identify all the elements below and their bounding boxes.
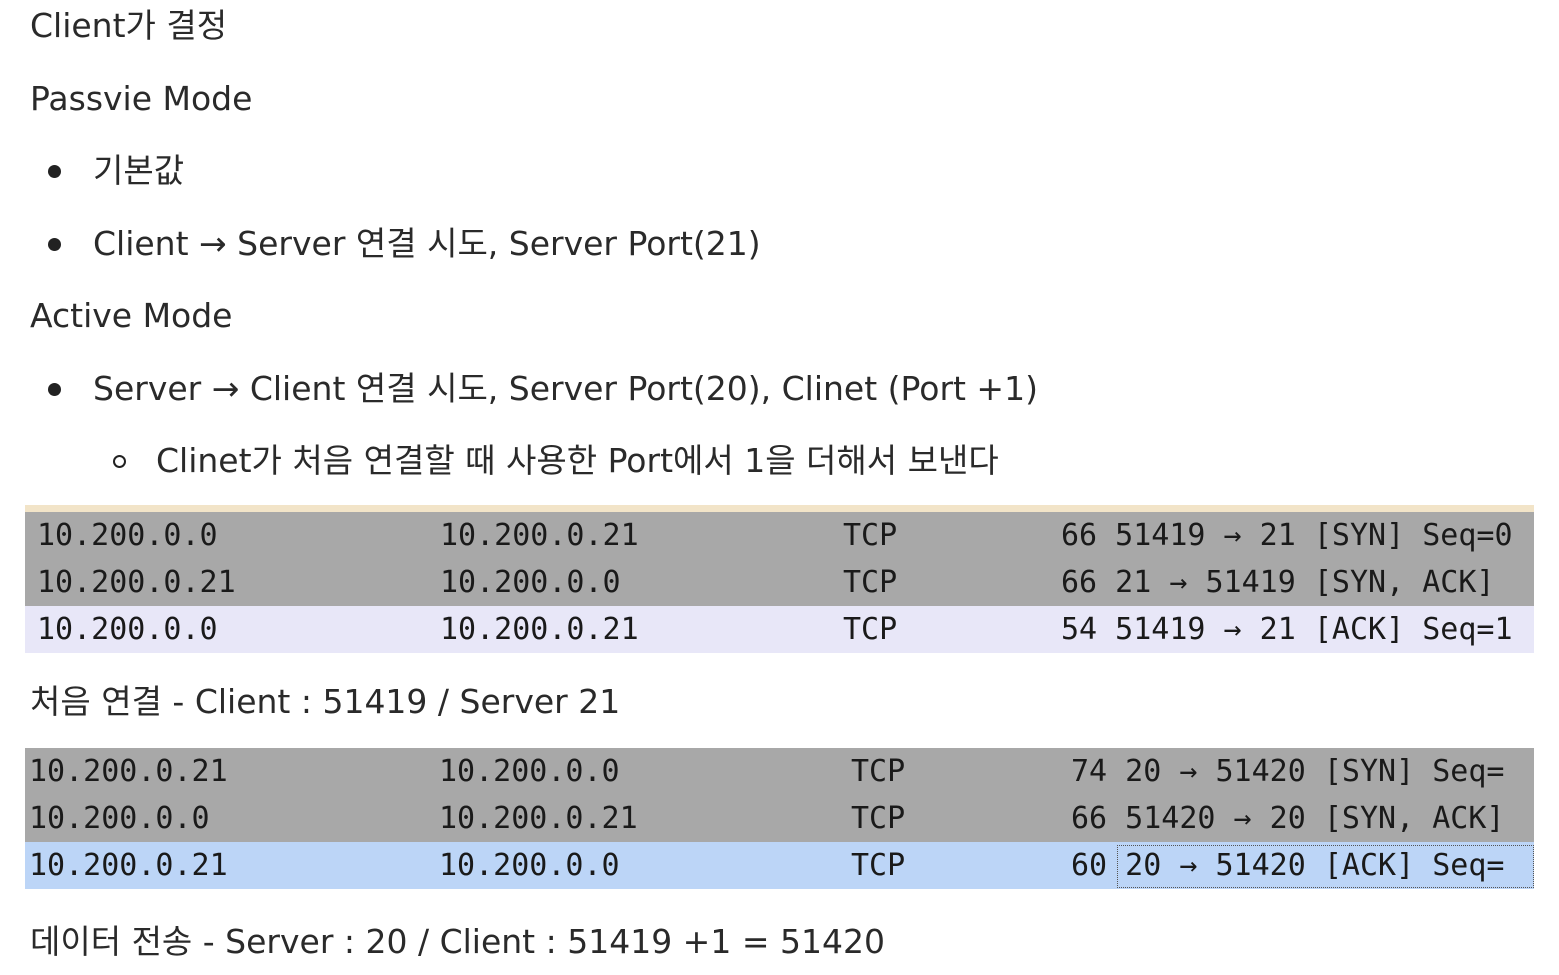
packet-source: 10.200.0.21 [37, 565, 236, 600]
packet-protocol: TCP [851, 801, 906, 836]
packet-info: 66 21 → 51419 [SYN, ACK] [1061, 565, 1495, 600]
bullet-disc-icon [48, 238, 61, 251]
active-mode-title: Active Mode [30, 296, 233, 335]
packet-protocol: TCP [851, 754, 906, 789]
packet-destination: 10.200.0.21 [440, 612, 639, 647]
bullet-disc-icon [48, 165, 61, 178]
packet-row: 10.200.0.0 10.200.0.21 TCP 66 51419 → 21… [25, 512, 1534, 559]
packet-info: 66 51420 → 20 [SYN, ACK] [1071, 801, 1505, 836]
bullet-circle-icon [113, 455, 126, 468]
packet-destination: 10.200.0.21 [439, 801, 638, 836]
passive-mode-title: Passvie Mode [30, 79, 253, 118]
bullet-disc-icon [48, 383, 61, 396]
caption-initial-connection: 처음 연결 - Client : 51419 / Server 21 [30, 682, 621, 721]
caption-data-transfer: 데이터 전송 - Server : 20 / Client : 51419 +1… [30, 922, 885, 961]
packet-protocol: TCP [843, 565, 898, 600]
active-sub-bullet-port: Clinet가 처음 연결할 때 사용한 Port에서 1을 더해서 보낸다 [156, 441, 999, 480]
packet-destination: 10.200.0.21 [440, 518, 639, 553]
packet-source: 10.200.0.21 [29, 848, 228, 883]
packet-capture-initial-connection: 10.200.0.0 10.200.0.21 TCP 66 51419 → 21… [25, 505, 1534, 653]
packet-destination: 10.200.0.0 [439, 848, 620, 883]
active-bullet-connection: Server → Client 연결 시도, Server Port(20), … [93, 369, 1038, 408]
packet-row: 10.200.0.21 10.200.0.0 TCP 66 21 → 51419… [25, 559, 1534, 606]
packet-destination: 10.200.0.0 [440, 565, 621, 600]
packet-protocol: TCP [843, 518, 898, 553]
packet-source: 10.200.0.0 [37, 612, 218, 647]
packet-source: 10.200.0.0 [37, 518, 218, 553]
passive-bullet-default: 기본값 [93, 151, 185, 190]
packet-info: 60 20 → 51420 [ACK] Seq= [1071, 848, 1505, 883]
packet-row-selected: 10.200.0.21 10.200.0.0 TCP 60 20 → 51420… [25, 842, 1534, 889]
passive-bullet-connection: Client → Server 연결 시도, Server Port(21) [93, 224, 761, 263]
packet-row: 10.200.0.0 10.200.0.21 TCP 54 51419 → 21… [25, 606, 1534, 653]
packet-capture-data-transfer: 10.200.0.21 10.200.0.0 TCP 74 20 → 51420… [25, 748, 1534, 889]
capture-header-strip [25, 505, 1534, 512]
heading-client-decides: Client가 결정 [30, 6, 228, 45]
packet-protocol: TCP [843, 612, 898, 647]
packet-protocol: TCP [851, 848, 906, 883]
packet-info: 74 20 → 51420 [SYN] Seq= [1071, 754, 1505, 789]
packet-row: 10.200.0.0 10.200.0.21 TCP 66 51420 → 20… [25, 795, 1534, 842]
packet-info: 54 51419 → 21 [ACK] Seq=1 [1061, 612, 1513, 647]
packet-row: 10.200.0.21 10.200.0.0 TCP 74 20 → 51420… [25, 748, 1534, 795]
packet-info: 66 51419 → 21 [SYN] Seq=0 [1061, 518, 1513, 553]
packet-destination: 10.200.0.0 [439, 754, 620, 789]
packet-source: 10.200.0.21 [29, 754, 228, 789]
packet-source: 10.200.0.0 [29, 801, 210, 836]
